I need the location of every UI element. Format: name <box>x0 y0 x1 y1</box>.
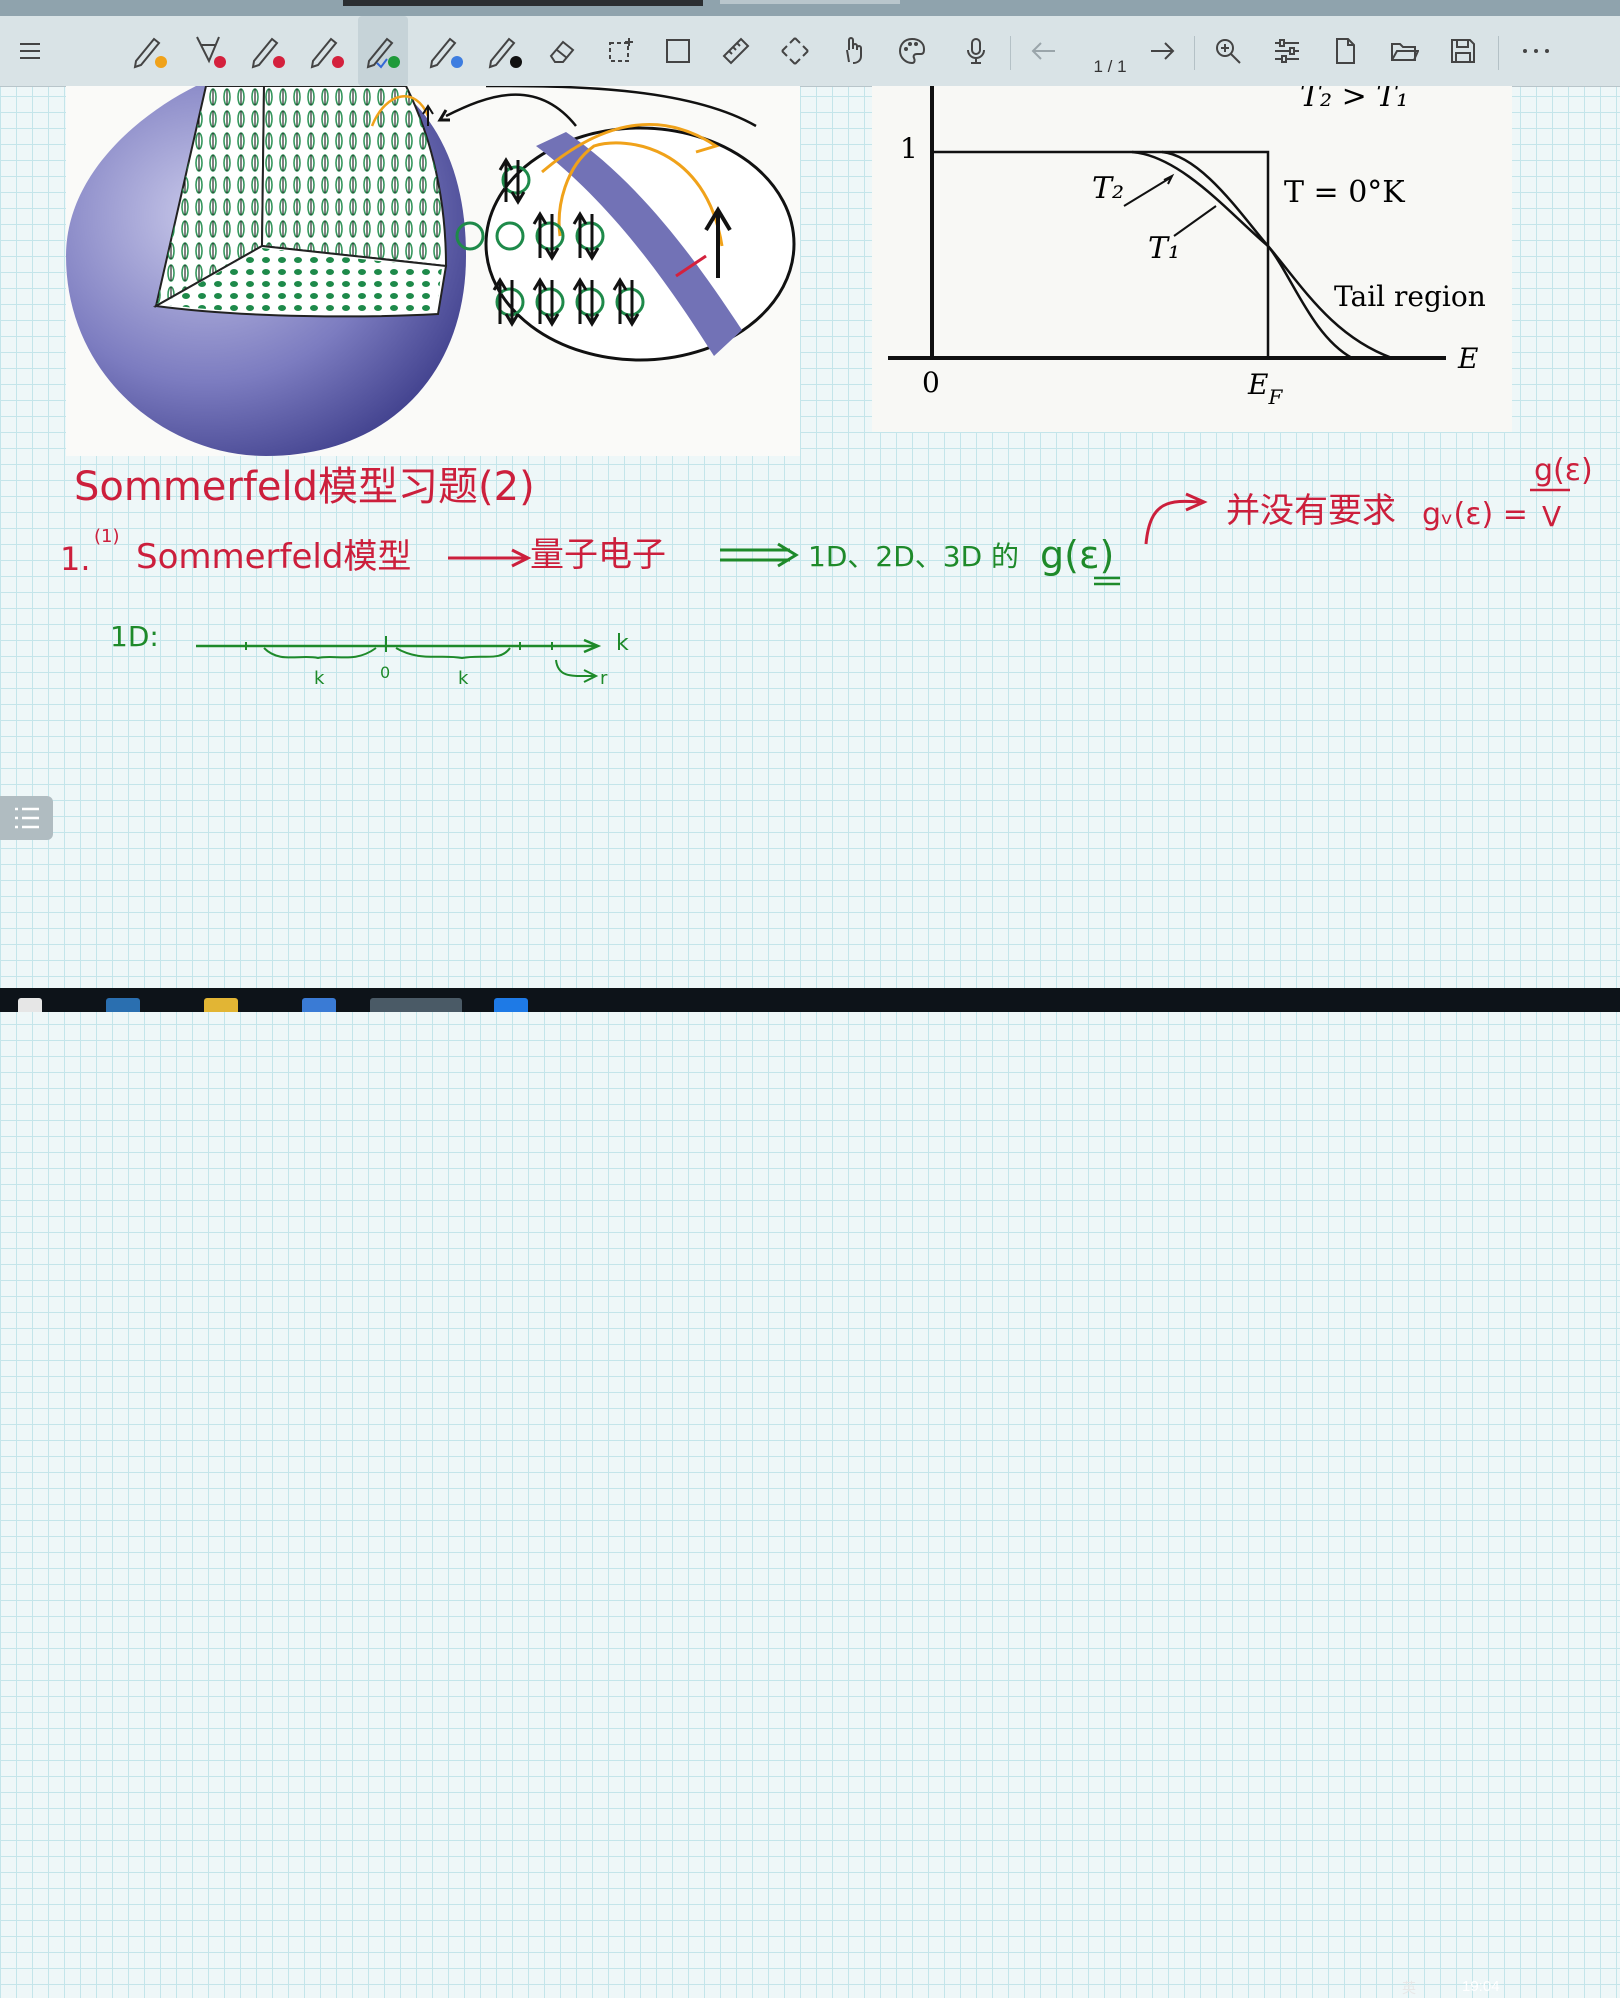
new-page-icon[interactable] <box>1325 16 1365 86</box>
outline-panel-button[interactable] <box>0 796 53 840</box>
file-explorer-icon[interactable] <box>204 998 238 1012</box>
axis-label-zero: 0 <box>380 663 390 682</box>
fraction-denominator: V <box>1542 500 1561 533</box>
label-energy: E <box>1457 342 1478 375</box>
curved-red-arrow <box>1144 492 1208 545</box>
axis-label-k-mid: k <box>458 668 469 689</box>
fermi-dirac-figure: 1 0 T₂ > T₁ T₂ T₁ T = 0°K Tail region E … <box>872 79 1512 432</box>
no-requirement-text: 并没有要求 <box>1226 491 1396 531</box>
palette-icon[interactable] <box>892 16 932 86</box>
label-t1: T₁ <box>1148 231 1180 266</box>
taskbar-app-icon[interactable] <box>106 998 140 1012</box>
taskbar: 英 19:04 <box>0 988 1620 1996</box>
input-language[interactable]: 英 <box>1402 1978 1416 1998</box>
fraction-numerator: g(ε) <box>1534 453 1593 488</box>
pen-orange-button[interactable] <box>128 16 172 86</box>
green-underline <box>1094 576 1120 586</box>
toolbar-separator <box>1498 36 1499 70</box>
axis-label-k: k <box>616 631 629 656</box>
pen-blue-button[interactable] <box>424 16 468 86</box>
touch-write-icon[interactable] <box>834 16 874 86</box>
axis-label-r: r <box>600 668 608 689</box>
one-d-label: 1D: <box>110 620 159 653</box>
x-label-zero: 0 <box>922 366 940 399</box>
label-tail-region: Tail region <box>1334 280 1486 313</box>
label-t2: T₂ <box>1092 171 1124 206</box>
green-double-arrow <box>720 542 799 568</box>
microphone-icon[interactable] <box>956 16 996 86</box>
item-number: 1. <box>60 540 91 578</box>
more-icon[interactable] <box>1514 16 1558 86</box>
red-arrow <box>448 548 532 568</box>
taskbar-clock[interactable]: 19:04 <box>1462 1978 1500 1995</box>
shape-icon[interactable] <box>658 16 698 86</box>
store-icon[interactable] <box>302 998 336 1012</box>
save-icon[interactable] <box>1443 16 1483 86</box>
settings-sliders-icon[interactable] <box>1267 16 1307 86</box>
zoom-icon[interactable] <box>1208 16 1248 86</box>
ruler-icon[interactable] <box>716 16 756 86</box>
pen-green-button[interactable] <box>358 16 408 86</box>
pan-icon[interactable] <box>775 16 815 86</box>
pen-red-button[interactable] <box>246 16 290 86</box>
dos-gv-text: gᵥ(ε) = <box>1422 497 1528 532</box>
item-subnumber: (1) <box>94 526 120 547</box>
axis-label-k-left: k <box>314 668 325 689</box>
k-axis <box>196 638 602 654</box>
label-t2-gt-t1: T₂ > T₁ <box>1300 86 1408 114</box>
app-tab-strip-secondary <box>720 0 900 4</box>
label-t0: T = 0°K <box>1284 175 1405 210</box>
quantum-electron-text: 量子电子 <box>530 535 666 575</box>
pen-red-2-button[interactable] <box>305 16 349 86</box>
eraser-icon[interactable] <box>542 16 582 86</box>
fermi-sphere-figure <box>66 84 800 456</box>
mail-icon[interactable] <box>494 998 528 1012</box>
dimension-text: 1D、2D、3D 的 <box>808 540 1019 573</box>
previous-page-icon[interactable] <box>1024 16 1064 86</box>
list-icon <box>14 807 39 829</box>
lasso-select-icon[interactable] <box>600 16 640 86</box>
toolbar-separator <box>1194 36 1195 70</box>
app-tab-strip <box>343 0 703 6</box>
drawing-toolbar: 1 / 1 <box>0 16 1620 87</box>
y-label-one: 1 <box>900 132 918 165</box>
pen-black-button[interactable] <box>483 16 527 86</box>
window-title-strip <box>0 0 1620 16</box>
dos-g-text: g(ε) <box>1040 533 1114 577</box>
label-fermi-energy: EF <box>1247 368 1283 409</box>
notes-title: Sommerfeld模型习题(2) <box>74 464 535 510</box>
active-app-icon[interactable] <box>370 998 462 1012</box>
sommerfeld-model-text: Sommerfeld模型 <box>136 537 411 577</box>
menu-icon[interactable] <box>12 16 48 86</box>
toolbar-separator <box>1010 36 1011 70</box>
next-page-icon[interactable] <box>1142 16 1182 86</box>
start-icon[interactable] <box>18 998 42 1012</box>
open-folder-icon[interactable] <box>1384 16 1424 86</box>
handwritten-notes: Sommerfeld模型习题(2) 1. (1) Sommerfeld模型 量子… <box>0 440 1620 700</box>
highlighter-red-button[interactable] <box>187 16 231 86</box>
